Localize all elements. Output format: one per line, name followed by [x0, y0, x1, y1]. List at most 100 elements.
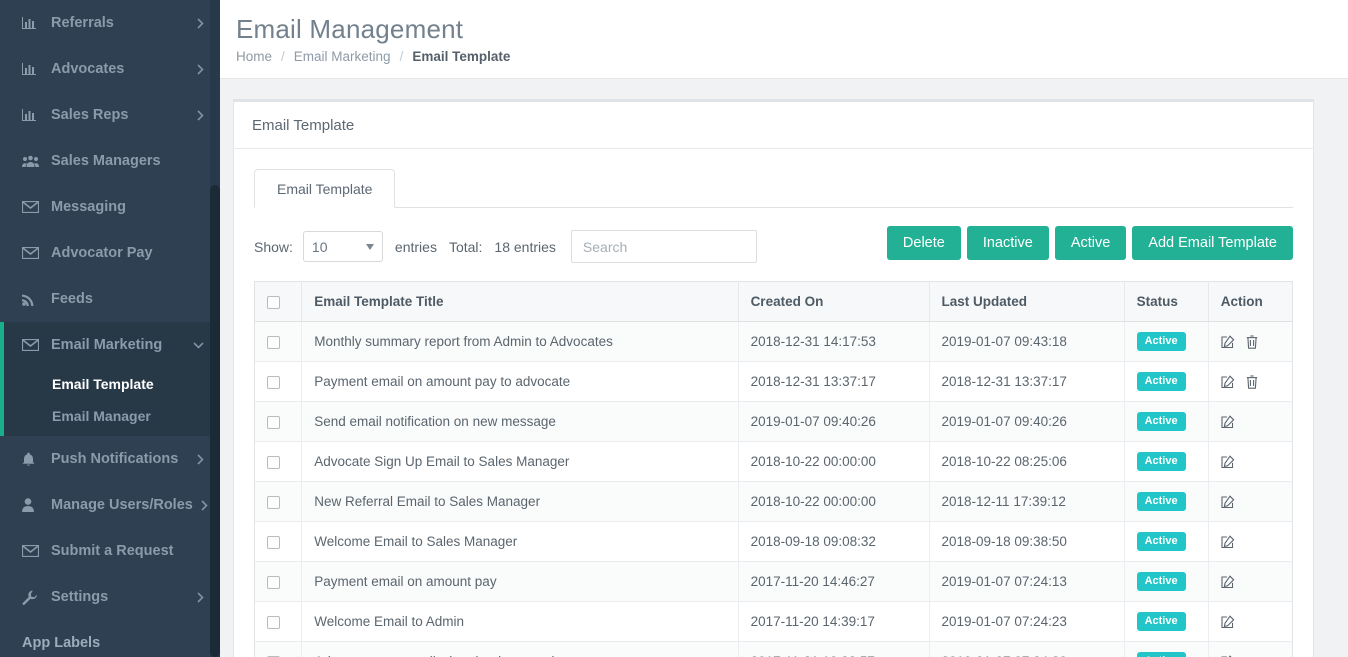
status-badge: Active [1136, 652, 1186, 657]
sidebar: Referrals Advocates Sales Reps Sales Man… [0, 0, 220, 657]
edit-icon[interactable] [1221, 374, 1235, 389]
column-header-title[interactable]: Email Template Title [301, 281, 739, 322]
rss-icon [22, 292, 42, 306]
row-checkbox[interactable] [267, 495, 280, 509]
status-badge: Active [1136, 612, 1186, 631]
trash-icon[interactable] [1246, 334, 1258, 349]
sidebar-item-settings[interactable]: Settings [0, 574, 220, 620]
edit-icon[interactable] [1221, 334, 1235, 349]
sidebar-item-submit-a-request[interactable]: Submit a Request [0, 528, 220, 574]
search-input[interactable] [570, 230, 757, 263]
row-checkbox[interactable] [267, 575, 280, 589]
page-size-select[interactable]: 10 [302, 231, 383, 262]
chevron-down-icon [365, 243, 374, 250]
status-badge: Active [1136, 332, 1186, 351]
cell-status: Active [1124, 521, 1209, 562]
sidebar-item-referrals[interactable]: Referrals [0, 0, 220, 46]
cell-action [1208, 521, 1293, 562]
table-row: Advocate gets email when lead status cha… [254, 641, 1293, 657]
cell-status: Active [1124, 321, 1209, 362]
breadcrumb-email-marketing[interactable]: Email Marketing [294, 49, 391, 64]
sidebar-item-email-marketing[interactable]: Email Marketing [0, 322, 220, 368]
status-badge: Active [1136, 492, 1186, 511]
trash-icon[interactable] [1246, 374, 1258, 389]
bar-chart-icon [22, 16, 42, 30]
sidebar-scrollbar-track[interactable] [210, 0, 220, 657]
table-header-row: Email Template Title Created On Last Upd… [254, 281, 1293, 322]
sidebar-item-feeds[interactable]: Feeds [0, 276, 220, 322]
sidebar-nav-bottom: Push Notifications Manage Users/Roles Su… [0, 436, 220, 657]
cell-last-updated: 2019-01-07 09:40:26 [929, 401, 1125, 442]
cell-title: Monthly summary report from Admin to Adv… [301, 321, 739, 362]
row-checkbox[interactable] [267, 375, 280, 389]
status-badge: Active [1136, 372, 1186, 391]
column-header-last-updated[interactable]: Last Updated [929, 281, 1125, 322]
inactive-button[interactable]: Inactive [966, 226, 1049, 260]
sidebar-scrollbar-thumb[interactable] [210, 185, 220, 657]
table-row: New Referral Email to Sales Manager 2018… [254, 481, 1293, 522]
chevron-right-icon [197, 17, 204, 29]
tab-email-template[interactable]: Email Template [254, 169, 396, 208]
chevron-right-icon [197, 109, 204, 121]
edit-icon[interactable] [1221, 574, 1235, 589]
column-header-created-on[interactable]: Created On [738, 281, 930, 322]
sidebar-item-app-labels[interactable]: App Labels [0, 620, 220, 657]
row-checkbox[interactable] [267, 415, 280, 429]
chevron-right-icon [201, 499, 208, 511]
delete-button[interactable]: Delete [886, 226, 961, 260]
edit-icon[interactable] [1221, 454, 1235, 469]
edit-icon[interactable] [1221, 494, 1235, 509]
envelope-icon [22, 247, 42, 259]
cell-action [1208, 561, 1293, 602]
active-button[interactable]: Active [1054, 226, 1127, 260]
cell-last-updated: 2019-01-07 09:43:18 [929, 321, 1125, 362]
panel-body: Email Template Show: 10 entries Total: 1… [234, 149, 1313, 657]
sidebar-subitem-label: Email Manager [52, 408, 151, 424]
cell-created-on: 2018-09-18 09:08:32 [738, 521, 930, 562]
cell-title: Payment email on amount pay [301, 561, 739, 602]
cell-last-updated: 2018-12-11 17:39:12 [929, 481, 1125, 522]
cell-status: Active [1124, 441, 1209, 482]
add-email-template-button[interactable]: Add Email Template [1132, 226, 1293, 260]
page-header: Email Management Home / Email Marketing … [220, 0, 1348, 79]
sidebar-item-sales-reps[interactable]: Sales Reps [0, 92, 220, 138]
users-group-icon [22, 155, 42, 168]
sidebar-item-manage-users-roles[interactable]: Manage Users/Roles [0, 482, 220, 528]
table-row: Send email notification on new message 2… [254, 401, 1293, 442]
sidebar-item-messaging[interactable]: Messaging [0, 184, 220, 230]
chevron-down-icon [193, 341, 204, 349]
edit-icon[interactable] [1221, 414, 1235, 429]
sidebar-item-email-template[interactable]: Email Template [0, 368, 220, 400]
column-header-status[interactable]: Status [1124, 281, 1209, 322]
column-header-select-all [254, 281, 303, 322]
edit-icon[interactable] [1221, 614, 1235, 629]
row-checkbox[interactable] [267, 455, 280, 469]
bell-icon [22, 452, 42, 467]
sidebar-item-advocator-pay[interactable]: Advocator Pay [0, 230, 220, 276]
sidebar-item-advocates[interactable]: Advocates [0, 46, 220, 92]
entries-label: entries [394, 238, 437, 255]
cell-title: Welcome Email to Admin [301, 601, 739, 642]
cell-title: Welcome Email to Sales Manager [301, 521, 739, 562]
sidebar-item-email-manager[interactable]: Email Manager [0, 400, 220, 432]
row-checkbox[interactable] [267, 615, 280, 629]
cell-status: Active [1124, 601, 1209, 642]
sidebar-item-push-notifications[interactable]: Push Notifications [0, 436, 220, 482]
edit-icon[interactable] [1221, 534, 1235, 549]
row-checkbox-cell [254, 361, 303, 402]
cell-last-updated: 2018-12-31 13:37:17 [929, 361, 1125, 402]
column-header-action: Action [1208, 281, 1293, 322]
row-checkbox[interactable] [267, 335, 280, 349]
sidebar-item-sales-managers[interactable]: Sales Managers [0, 138, 220, 184]
breadcrumb-home[interactable]: Home [236, 49, 272, 64]
row-checkbox[interactable] [267, 535, 280, 549]
cell-title: Send email notification on new message [301, 401, 739, 442]
chevron-right-icon [197, 591, 204, 603]
sidebar-submenu-email-marketing: Email Template Email Manager [0, 368, 220, 436]
select-all-checkbox[interactable] [267, 295, 280, 309]
sidebar-item-label: Manage Users/Roles [51, 497, 193, 513]
breadcrumb-separator: / [281, 49, 285, 64]
cell-status: Active [1124, 561, 1209, 602]
envelope-icon [22, 201, 42, 213]
table-body: Monthly summary report from Admin to Adv… [254, 321, 1293, 657]
